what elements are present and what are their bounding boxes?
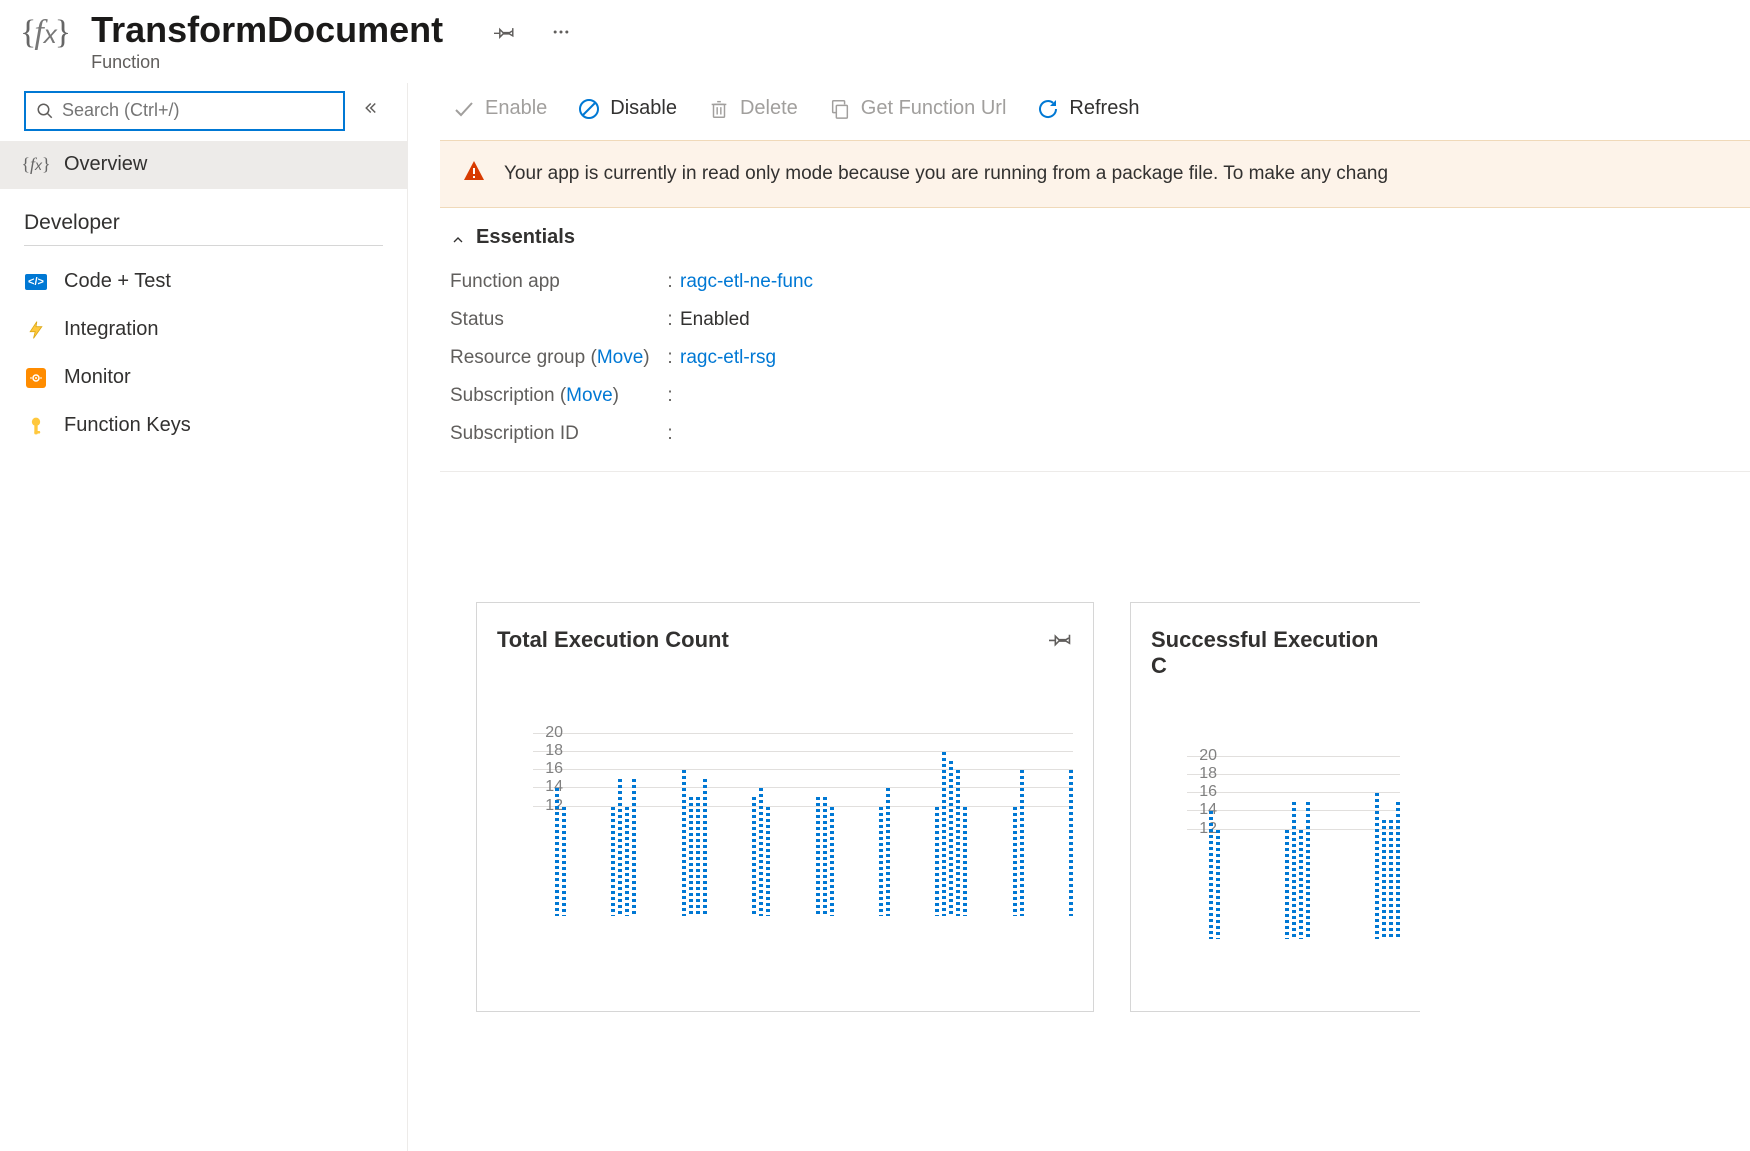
essentials-title: Essentials — [476, 226, 575, 249]
divider — [24, 245, 383, 246]
sidebar-item-label: Overview — [64, 153, 147, 176]
chevron-up-icon — [450, 226, 466, 249]
tool-label: Delete — [740, 97, 798, 120]
disable-icon — [577, 97, 601, 121]
chart-title: Successful Execution C — [1151, 627, 1400, 679]
get-function-url-button[interactable]: Get Function Url — [828, 97, 1007, 121]
sidebar-item-label: Monitor — [64, 366, 131, 389]
essentials-row-subscription-id: Subscription ID : — [450, 415, 1740, 453]
sidebar-item-code-test[interactable]: </> Code + Test — [0, 258, 407, 306]
essentials-row-resource-group: Resource group (Move) : ragc-etl-rsg — [450, 339, 1740, 377]
sidebar-item-function-keys[interactable]: Function Keys — [0, 402, 407, 450]
fx-icon: fx — [24, 153, 48, 177]
page-subtitle: Function — [91, 52, 443, 73]
tool-label: Get Function Url — [861, 97, 1007, 120]
collapse-sidebar-button[interactable] — [353, 95, 387, 126]
ess-label: Subscription ID — [450, 423, 660, 445]
disable-button[interactable]: Disable — [577, 97, 677, 121]
ess-label: Function app — [450, 271, 660, 293]
sidebar-item-integration[interactable]: Integration — [0, 306, 407, 354]
tool-label: Refresh — [1069, 97, 1139, 120]
page-header: fx TransformDocument Function — [0, 0, 1750, 83]
page-title: TransformDocument — [91, 10, 443, 50]
lightning-icon — [24, 318, 48, 342]
sidebar: fx Overview Developer </> Code + Test In… — [0, 83, 408, 1151]
pin-button[interactable] — [491, 18, 519, 46]
warning-banner: Your app is currently in read only mode … — [440, 140, 1750, 208]
move-resource-group-link[interactable]: Move — [597, 347, 643, 368]
delete-button[interactable]: Delete — [707, 97, 798, 121]
ess-label: Status — [450, 309, 660, 331]
essentials-row-subscription: Subscription (Move) : — [450, 377, 1740, 415]
search-input[interactable] — [62, 100, 333, 121]
check-icon — [452, 97, 476, 121]
search-icon — [36, 102, 54, 120]
banner-text: Your app is currently in read only mode … — [504, 163, 1388, 185]
main-content: Enable Disable Delete Get Function Url R… — [408, 83, 1750, 1151]
search-input-wrapper[interactable] — [24, 91, 345, 131]
ess-label: Subscription (Move) — [450, 385, 660, 407]
chart-plot-area: 1214161820 — [497, 716, 1073, 916]
essentials-row-function-app: Function app : ragc-etl-ne-func — [450, 263, 1740, 301]
tool-label: Disable — [610, 97, 677, 120]
essentials-row-status: Status : Enabled — [450, 301, 1740, 339]
move-subscription-link[interactable]: Move — [566, 385, 612, 406]
function-fx-icon: fx — [20, 14, 71, 52]
trash-icon — [707, 97, 731, 121]
function-app-link[interactable]: ragc-etl-ne-func — [680, 271, 813, 293]
warning-icon — [462, 159, 486, 189]
chart-card-successful-execution: Successful Execution C 1214161820 — [1130, 602, 1420, 1012]
sidebar-item-label: Code + Test — [64, 270, 171, 293]
code-icon: </> — [24, 270, 48, 294]
copy-icon — [828, 97, 852, 121]
tool-label: Enable — [485, 97, 547, 120]
toolbar: Enable Disable Delete Get Function Url R… — [440, 83, 1750, 136]
pin-chart-button[interactable] — [1049, 627, 1073, 656]
sidebar-item-overview[interactable]: fx Overview — [0, 141, 407, 189]
sidebar-item-label: Integration — [64, 318, 159, 341]
status-value: Enabled — [680, 309, 750, 331]
essentials-grid: Function app : ragc-etl-ne-func Status :… — [440, 257, 1750, 472]
ess-label: Resource group (Move) — [450, 347, 660, 369]
enable-button[interactable]: Enable — [452, 97, 547, 121]
essentials-toggle[interactable]: Essentials — [440, 208, 1750, 257]
key-icon — [24, 414, 48, 438]
resource-group-link[interactable]: ragc-etl-rsg — [680, 347, 776, 369]
monitor-icon — [24, 366, 48, 390]
sidebar-item-label: Function Keys — [64, 414, 191, 437]
chart-card-total-execution: Total Execution Count 1214161820 — [476, 602, 1094, 1012]
chart-plot-area: 1214161820 — [1151, 739, 1400, 939]
sidebar-item-monitor[interactable]: Monitor — [0, 354, 407, 402]
refresh-button[interactable]: Refresh — [1036, 97, 1139, 121]
chart-title: Total Execution Count — [497, 627, 729, 653]
refresh-icon — [1036, 97, 1060, 121]
more-button[interactable] — [547, 18, 575, 46]
developer-section-title: Developer — [24, 189, 407, 241]
